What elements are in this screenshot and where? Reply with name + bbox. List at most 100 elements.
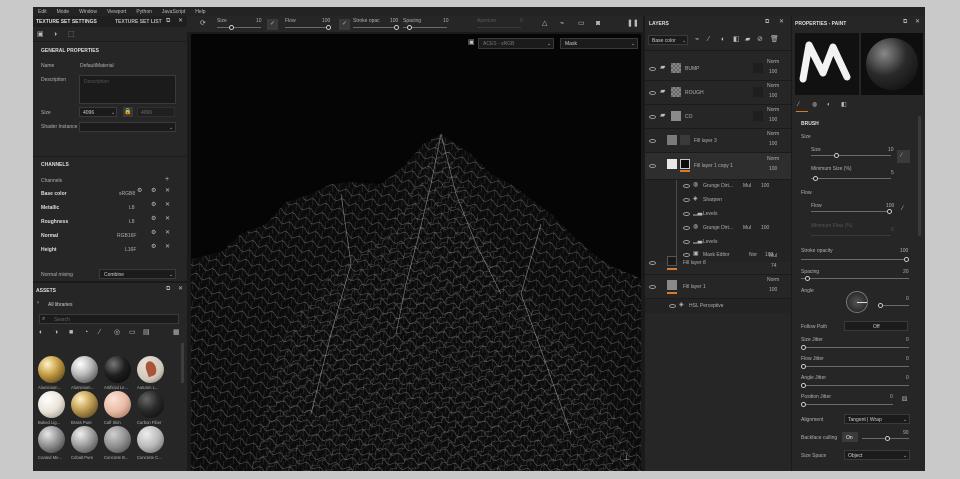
visibility-icon[interactable]	[683, 240, 690, 244]
menu-viewport[interactable]: Viewport	[107, 9, 126, 15]
flow-slider-handle[interactable]	[326, 25, 331, 30]
spacing-value[interactable]: 20	[903, 269, 909, 275]
mask-icon[interactable]: ◐	[721, 36, 725, 43]
popout-icon[interactable]: ⧉	[166, 18, 170, 25]
min-size-handle[interactable]	[813, 176, 818, 181]
asset-thumbnail[interactable]	[137, 356, 164, 383]
backface-culling-number[interactable]: 90	[903, 430, 909, 436]
shader-instance-select[interactable]: ⌄	[79, 122, 176, 132]
size-pressure-toggle[interactable]: ⁄	[897, 150, 910, 163]
mask-slot[interactable]	[753, 111, 763, 121]
add-channel-icon[interactable]: +	[165, 176, 169, 183]
uv-padding-icon[interactable]: ⚙	[137, 188, 142, 195]
asset-thumbnail[interactable]	[104, 356, 131, 383]
stroke-opacity-slider[interactable]	[801, 259, 909, 260]
angle-slider-handle[interactable]	[878, 303, 883, 308]
popout-icon[interactable]: ⧉	[765, 19, 769, 26]
filter-materials-icon[interactable]: ◑	[54, 329, 58, 336]
size-slider-handle[interactable]	[229, 25, 234, 30]
layer-row[interactable]: Fill layer 8 Mul 74	[645, 251, 791, 275]
visibility-icon[interactable]	[649, 261, 656, 265]
channel-format[interactable]: L8	[129, 219, 135, 225]
uv-icon[interactable]: ⬚	[68, 31, 75, 38]
menu-help[interactable]: Help	[195, 9, 205, 15]
close-icon[interactable]: ✕	[165, 230, 170, 237]
layer-opacity[interactable]: 100	[769, 141, 777, 147]
asset-thumbnail[interactable]	[104, 391, 131, 418]
size-value[interactable]: 10	[888, 147, 894, 153]
stroke-opacity-handle[interactable]	[904, 257, 909, 262]
filter-brush-icon[interactable]: ⁄	[99, 329, 100, 336]
size-jitter-slider[interactable]	[801, 347, 909, 348]
viewport-3d[interactable]: ▣ ACES - sRGB ⌄ Mask ⌄ ⊥	[191, 34, 641, 471]
pause-icon[interactable]: ❚❚	[627, 20, 639, 27]
clear-icon[interactable]: ⊘	[757, 36, 763, 43]
name-value[interactable]: DefaultMaterial	[80, 63, 114, 69]
paint-layer-icon[interactable]: ⁄	[708, 36, 709, 43]
filter-smart-icon[interactable]: ◔	[84, 329, 88, 336]
size-slider[interactable]	[811, 155, 891, 156]
effect-name[interactable]: Levels	[703, 211, 717, 217]
folder-icon[interactable]: ▰	[745, 36, 750, 43]
effect-blend[interactable]: Mul	[743, 183, 751, 189]
layer-blend[interactable]: Norm	[767, 277, 779, 283]
material-tab-icon[interactable]: ◍	[812, 102, 817, 109]
brush-preview[interactable]	[795, 33, 859, 95]
close-icon[interactable]: ✕	[915, 19, 920, 26]
camera-icon[interactable]: ◙	[596, 20, 600, 27]
layer-effect-row[interactable]: ◈ HSL Perceptive	[645, 299, 791, 313]
min-size-slider[interactable]	[811, 178, 891, 179]
visibility-icon[interactable]	[683, 198, 690, 202]
texture-set-icon[interactable]: ▣	[37, 31, 44, 38]
layer-opacity[interactable]: 100	[769, 93, 777, 99]
filter-image-icon[interactable]: ▤	[143, 329, 150, 336]
comment-icon[interactable]: ▣	[468, 39, 475, 46]
popout-icon[interactable]: ⧉	[903, 19, 907, 26]
asset-thumbnail[interactable]	[137, 426, 164, 453]
size-space-select[interactable]: Object ⌄	[844, 450, 910, 460]
delete-icon[interactable]: 🗑	[770, 36, 779, 43]
material-icon[interactable]: ◑	[53, 31, 57, 38]
layer-blend[interactable]: Norm	[767, 131, 779, 137]
mask-slot[interactable]	[753, 63, 763, 73]
menu-python[interactable]: Python	[136, 9, 152, 15]
stroke-opacity-handle[interactable]	[394, 25, 399, 30]
lazy-mouse-icon[interactable]: ⌁	[560, 20, 564, 27]
layer-blend[interactable]: Norm	[767, 156, 779, 162]
size-jitter-value[interactable]: 0	[906, 337, 909, 343]
visibility-icon[interactable]	[649, 285, 656, 289]
flow-slider[interactable]	[811, 211, 891, 212]
angle-dial[interactable]	[846, 291, 868, 313]
backface-slider-handle[interactable]	[885, 436, 890, 441]
layer-row[interactable]: ▰ BUMP Norm 100	[645, 57, 791, 81]
close-icon[interactable]: ✕	[165, 202, 170, 209]
effect-icon[interactable]: ⌁	[695, 36, 699, 43]
popout-icon[interactable]: ⧉	[166, 286, 170, 293]
visibility-icon[interactable]	[649, 67, 656, 71]
effect-name[interactable]: Grunge Dirt...	[703, 183, 733, 189]
stroke-opacity-value[interactable]: 100	[390, 18, 398, 24]
spacing-slider-handle[interactable]	[805, 276, 810, 281]
backface-culling-toggle[interactable]: On	[842, 432, 858, 442]
pen-pressure-icon[interactable]: ⁄	[902, 206, 903, 213]
follow-path-toggle[interactable]: Off	[844, 321, 908, 331]
symmetry-icon[interactable]: △	[542, 20, 547, 27]
alignment-icon[interactable]: ▭	[578, 20, 585, 27]
asset-thumbnail[interactable]	[104, 426, 131, 453]
layer-blend[interactable]: Norm	[767, 83, 779, 89]
size-slider-handle[interactable]	[834, 153, 839, 158]
channel-format[interactable]: sRGB8	[119, 191, 135, 197]
effect-opacity[interactable]: 100	[761, 225, 769, 231]
flow-slider[interactable]	[285, 27, 331, 28]
menu-javascript[interactable]: JavaScript	[162, 9, 185, 15]
visibility-icon[interactable]	[649, 139, 656, 143]
layer-row[interactable]: Fill layer 3 Norm 100	[645, 129, 791, 153]
tab-texture-set-list[interactable]: TEXTURE SET LIST	[115, 19, 162, 25]
mask-slot[interactable]	[753, 87, 763, 97]
effect-name[interactable]: Sharpen	[703, 197, 722, 203]
effect-name[interactable]: Grunge Dirt...	[703, 225, 733, 231]
effect-opacity[interactable]: 100	[761, 183, 769, 189]
layer-blend[interactable]: Norm	[767, 59, 779, 65]
layer-opacity[interactable]: 100	[769, 287, 777, 293]
stroke-opacity-value[interactable]: 100	[900, 248, 908, 254]
